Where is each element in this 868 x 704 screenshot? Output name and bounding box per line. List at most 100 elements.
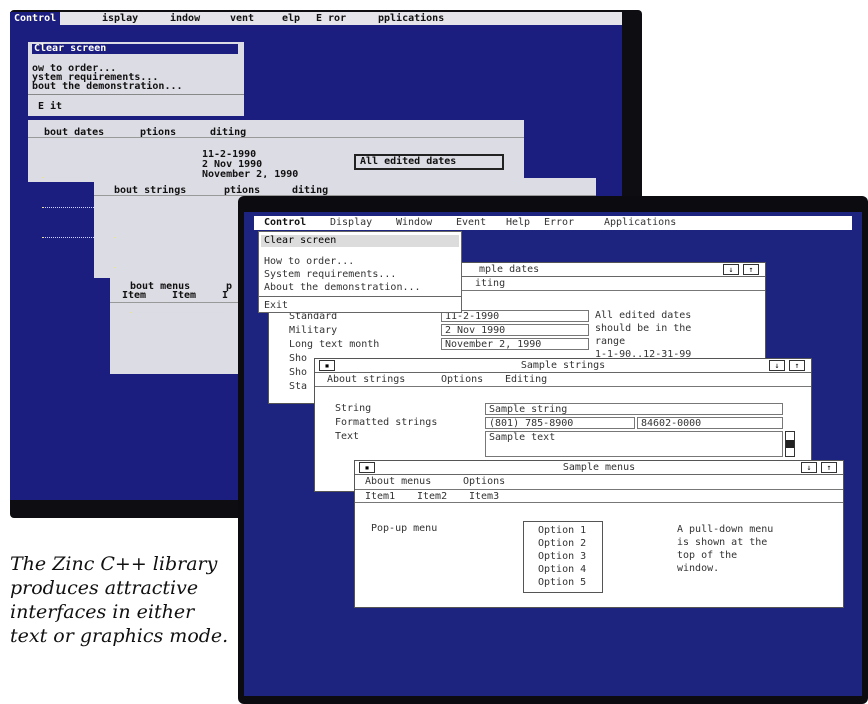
menu-item2[interactable]: Item2	[417, 491, 447, 502]
text-menus-item3[interactable]: I	[222, 291, 228, 301]
text-dates-options-menu[interactable]: ptions	[140, 128, 176, 138]
string-label: String	[335, 403, 372, 414]
text-strings-faded-labels	[114, 208, 234, 298]
minimize-button[interactable]: ↓	[769, 360, 785, 371]
text-menus-item2[interactable]: Item	[172, 291, 196, 301]
separator	[28, 94, 244, 95]
text-exit-item[interactable]: E it	[38, 102, 62, 112]
date-label-long: Long text month	[289, 339, 380, 350]
note-line: range	[595, 336, 626, 347]
popup-option-1[interactable]: Option 1	[538, 524, 602, 537]
text-about-strings-menu[interactable]: bout strings	[114, 186, 186, 196]
string-field[interactable]: Sample string	[485, 403, 783, 415]
text-menu-event[interactable]: vent	[230, 12, 254, 25]
graphics-dates-title: mple dates	[479, 264, 540, 275]
date-label-standard2: Sta	[289, 381, 308, 392]
graphics-strings-title: Sample strings	[520, 360, 606, 371]
text-menu-error[interactable]: E ror	[316, 12, 346, 25]
text-menus-window: bout menus p Item Item I	[110, 276, 246, 374]
minimize-button[interactable]: ↓	[801, 462, 817, 473]
popup-menu-label: Pop-up menu	[371, 523, 438, 534]
maximize-button[interactable]: ↑	[821, 462, 837, 473]
text-dates-faded-labels	[42, 148, 192, 238]
date-field-standard[interactable]: 11-2-1990	[441, 310, 589, 322]
popup-option-4[interactable]: Option 4	[538, 563, 602, 576]
popup-option-2[interactable]: Option 2	[538, 537, 602, 550]
graphics-dates-editing-menu[interactable]: iting	[475, 278, 505, 289]
graphics-strings-menubar: About strings Options Editing	[315, 373, 811, 387]
formatted-strings-label: Formatted strings	[335, 417, 438, 428]
text-menus-item1[interactable]: Item	[122, 291, 146, 301]
separator	[110, 302, 246, 303]
text-dates-window: bout dates ptions diting 11-2-1990 2 Nov…	[28, 120, 524, 238]
graphics-menus-titlebar: ▪ Sample menus ↓ ↑	[355, 461, 843, 475]
graphics-system-req-item[interactable]: System requirements...	[264, 269, 396, 280]
graphics-clear-screen-item[interactable]: Clear screen	[261, 235, 459, 247]
graphics-strings-options-menu[interactable]: Options	[441, 374, 483, 385]
date-field-long[interactable]: November 2, 1990	[441, 338, 589, 350]
note-line: top of the	[677, 550, 738, 561]
text-clear-screen-item[interactable]: Clear screen	[32, 44, 238, 54]
text-label: Text	[335, 431, 360, 442]
menu-item3[interactable]: Item3	[469, 491, 499, 502]
maximize-button[interactable]: ↑	[789, 360, 805, 371]
graphics-menus-note: A pull-down menu is shown at the top of …	[677, 523, 837, 575]
note-line: A pull-down menu	[677, 524, 774, 535]
date-label-military: Military	[289, 325, 338, 336]
close-button[interactable]: ▪	[359, 462, 375, 473]
text-field[interactable]: Sample text	[485, 431, 783, 457]
menu-item1[interactable]: Item1	[365, 491, 395, 502]
text-strings-editing-menu[interactable]: diting	[292, 186, 328, 196]
text-dates-editing-menu[interactable]: diting	[210, 128, 246, 138]
graphics-menu-applications[interactable]: Applications	[604, 216, 676, 230]
text-menu-control[interactable]: Control	[10, 12, 61, 25]
graphics-about-demo-item[interactable]: About the demonstration...	[264, 282, 421, 293]
text-menu-display[interactable]: isplay	[102, 12, 138, 25]
figure-caption: The Zinc C++ library produces attractive…	[10, 553, 229, 647]
note-line: should be in the	[595, 323, 692, 334]
graphics-control-dropdown: Clear screen How to order... System requ…	[258, 231, 462, 313]
text-menu-window[interactable]: indow	[170, 12, 200, 25]
text-about-demo-item[interactable]: bout the demonstration...	[32, 82, 183, 92]
graphics-how-to-order-item[interactable]: How to order...	[264, 256, 354, 267]
graphics-menus-options-menu[interactable]: Options	[463, 476, 505, 487]
graphics-exit-item[interactable]: Exit	[264, 300, 288, 311]
graphics-about-menus-menu[interactable]: About menus	[365, 476, 431, 487]
text-strings-options-menu[interactable]: ptions	[224, 186, 260, 196]
date-field-military[interactable]: 2 Nov 1990	[441, 324, 589, 336]
phone-field[interactable]: (801) 785-8900	[485, 417, 635, 429]
graphics-about-strings-menu[interactable]: About strings	[327, 374, 405, 385]
note-line: window.	[677, 563, 720, 574]
note-line: All edited dates	[595, 310, 692, 321]
graphics-item-bar: Item1 Item2 Item3	[355, 489, 843, 503]
scroll-thumb[interactable]	[786, 440, 794, 448]
text-dates-note: All edited dates	[354, 154, 504, 170]
popup-menu-list: Option 1 Option 2 Option 3 Option 4 Opti…	[523, 521, 603, 593]
text-menu-help[interactable]: elp	[282, 12, 300, 25]
graphics-menu-help[interactable]: Help	[506, 216, 530, 230]
graphics-menubar: Control Display Window Event Help Error …	[254, 216, 852, 230]
popup-option-3[interactable]: Option 3	[538, 550, 602, 563]
graphics-menu-display[interactable]: Display	[330, 216, 372, 230]
text-scrollbar[interactable]	[785, 431, 795, 457]
text-menu-applications[interactable]: pplications	[378, 12, 444, 25]
graphics-menu-control[interactable]: Control	[264, 216, 306, 230]
date-label-short1: Sho	[289, 353, 308, 364]
graphics-menus-title: Sample menus	[562, 462, 636, 473]
minimize-button[interactable]: ↓	[723, 264, 739, 275]
graphics-menu-window[interactable]: Window	[396, 216, 432, 230]
maximize-button[interactable]: ↑	[743, 264, 759, 275]
text-popup-faded-label	[130, 312, 230, 313]
zip-field[interactable]: 84602-0000	[637, 417, 783, 429]
graphics-menu-event[interactable]: Event	[456, 216, 486, 230]
text-control-dropdown: Clear screen ow to order... ystem requir…	[28, 42, 244, 116]
graphics-menus-window: ▪ Sample menus ↓ ↑ About menus Options I…	[354, 460, 844, 608]
popup-option-5[interactable]: Option 5	[538, 576, 602, 589]
close-button[interactable]: ▪	[319, 360, 335, 371]
graphics-menu-error[interactable]: Error	[544, 216, 574, 230]
note-line: is shown at the	[677, 537, 768, 548]
text-menubar: Control isplay indow vent elp E ror ppli…	[10, 12, 622, 25]
graphics-strings-titlebar: ▪ Sample strings ↓ ↑	[315, 359, 811, 373]
text-about-dates-menu[interactable]: bout dates	[44, 128, 104, 138]
graphics-strings-editing-menu[interactable]: Editing	[505, 374, 547, 385]
